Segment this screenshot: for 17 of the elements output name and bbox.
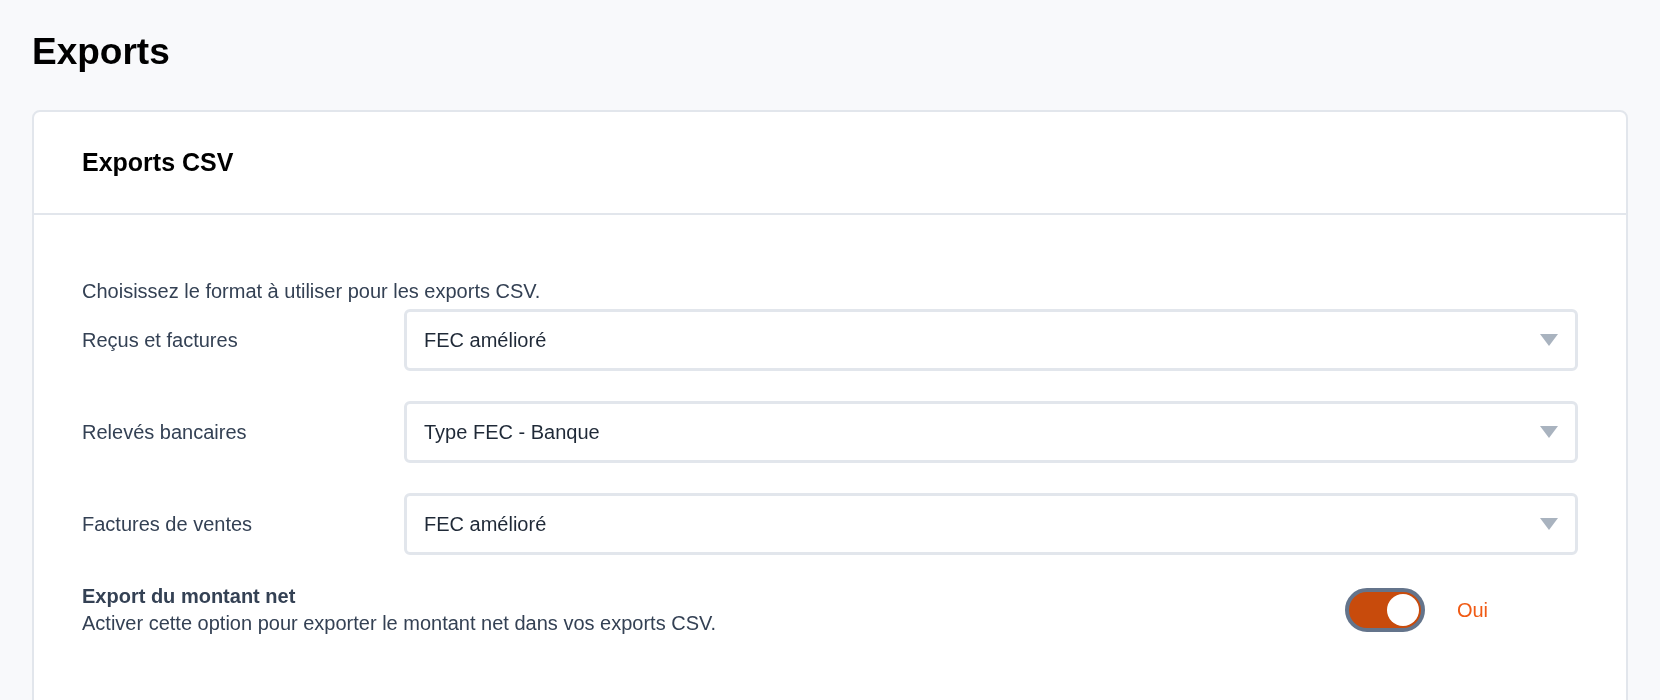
caret-icon xyxy=(1540,426,1558,438)
description: Choisissez le format à utiliser pour les exports CSV. xyxy=(82,279,541,304)
caret-icon xyxy=(1540,334,1558,346)
toggle-knob xyxy=(1386,594,1419,626)
select-field[interactable]: Type FEC - Banque xyxy=(404,401,1578,463)
select-field[interactable]: FEC amélioré xyxy=(404,309,1578,371)
field-label: Factures de ventes xyxy=(82,512,254,537)
card-title: Exports CSV xyxy=(82,146,234,178)
toggle-switch[interactable] xyxy=(1344,588,1425,632)
option-title: Export du montant net xyxy=(82,584,296,609)
page-title: Exports xyxy=(32,30,170,74)
select-field[interactable]: FEC amélioré xyxy=(404,493,1578,555)
field-label: Reçus et factures xyxy=(82,328,239,353)
caret-icon xyxy=(1540,518,1558,530)
field-label: Relevés bancaires xyxy=(82,420,248,445)
toggle-state: Oui xyxy=(1456,598,1488,623)
option-description: Activer cette option pour exporter le montant net dans vos exports CSV. xyxy=(82,611,717,636)
